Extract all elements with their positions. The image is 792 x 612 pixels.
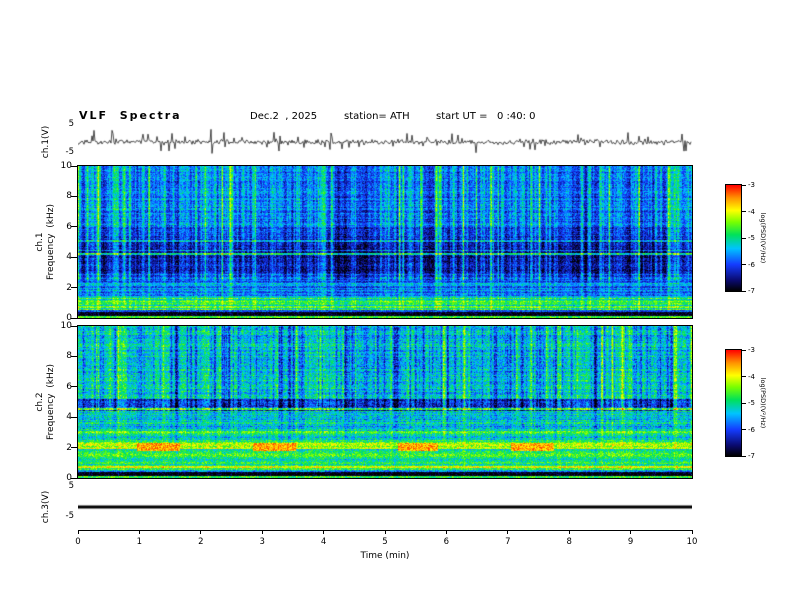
time-tick-label: 6 bbox=[443, 537, 450, 547]
time-tick-mark bbox=[384, 530, 386, 534]
ch1-spectrogram-canvas bbox=[78, 166, 692, 318]
cbar-tick-mark bbox=[742, 184, 746, 186]
time-tick-label: 5 bbox=[382, 537, 388, 547]
ch1-waveform-canvas bbox=[78, 124, 692, 160]
cbar-tick-mark bbox=[742, 290, 746, 292]
time-tick-mark bbox=[261, 530, 263, 534]
freq-tick-label: 8 bbox=[66, 351, 72, 362]
time-tick-mark bbox=[568, 530, 570, 534]
cbar-tick-mark bbox=[742, 264, 746, 265]
time-tick-label: 0 bbox=[75, 537, 81, 547]
freq-tick-label: 2 bbox=[66, 282, 72, 293]
cbar-tick-mark bbox=[742, 429, 746, 430]
cbar-tick-mark bbox=[742, 349, 746, 351]
freq-tick-label: 10 bbox=[60, 321, 72, 331]
ch1-spec-axis-label: ch.1 Frequency (kHz) bbox=[35, 167, 57, 317]
ch1-wave-ymax-label: 5 bbox=[68, 119, 74, 129]
time-tick-mark bbox=[691, 530, 693, 534]
time-tick-label: 8 bbox=[566, 537, 572, 547]
plot-start-ut: start UT = 0 :40: 0 bbox=[436, 111, 536, 122]
ch3-wave-ymin-label: -5 bbox=[65, 511, 74, 521]
time-tick-label: 2 bbox=[198, 537, 204, 547]
ch1-wave-ymin-label: -5 bbox=[65, 147, 74, 157]
cbar-tick-label: -5 bbox=[748, 399, 755, 407]
time-tick-mark bbox=[323, 530, 325, 534]
plot-date: Dec.2 , 2025 bbox=[250, 111, 318, 122]
freq-tick-label: 8 bbox=[66, 191, 72, 202]
time-tick-label: 10 bbox=[686, 537, 698, 547]
freq-tick-label: 6 bbox=[66, 221, 72, 232]
cbar-tick-label: -3 bbox=[748, 346, 755, 354]
ch3-waveform-canvas bbox=[78, 487, 692, 527]
ch1-spec-axis-label-line1: ch.1 bbox=[35, 232, 45, 252]
cbar-tick-label: -6 bbox=[748, 260, 755, 269]
ch1-spectrogram-frame bbox=[77, 165, 693, 319]
psd-colorbar-ch1 bbox=[725, 184, 742, 292]
freq-tick-label: 4 bbox=[66, 412, 72, 423]
time-tick-label: 7 bbox=[505, 537, 511, 547]
time-tick-mark bbox=[507, 530, 509, 534]
psd-colorbar-ch1-gradient bbox=[726, 185, 741, 291]
plot-station: station= ATH bbox=[344, 111, 410, 122]
time-tick-label: 9 bbox=[627, 537, 634, 547]
cbar-tick-label: -7 bbox=[748, 287, 755, 295]
time-tick-mark bbox=[200, 530, 202, 534]
ch3-wave-axis-label: ch.3(V) bbox=[41, 490, 51, 524]
ch2-spec-axis-label: ch.2 Frequency (kHz) bbox=[35, 327, 57, 477]
ch1-spec-axis-label-line2: Frequency (kHz) bbox=[46, 204, 56, 280]
time-tick-mark bbox=[77, 530, 79, 534]
time-tick-mark bbox=[630, 530, 632, 534]
vlf-spectra-figure: VLF Spectra Dec.2 , 2025 station= ATH st… bbox=[0, 0, 792, 612]
cbar-tick-mark bbox=[742, 237, 746, 239]
ch2-spec-axis-label-line1: ch.2 bbox=[35, 392, 45, 412]
cbar-tick-mark bbox=[742, 455, 746, 457]
cbar-tick-label: -5 bbox=[748, 234, 755, 242]
time-tick-mark bbox=[445, 530, 447, 534]
freq-tick-label: 2 bbox=[66, 442, 72, 453]
freq-tick-label: 4 bbox=[66, 252, 72, 263]
freq-tick-label: 10 bbox=[60, 161, 72, 171]
cbar-tick-mark bbox=[742, 376, 746, 377]
time-axis-label: Time (min) bbox=[360, 551, 410, 561]
cbar-tick-label: -4 bbox=[748, 372, 755, 381]
cbar-tick-mark bbox=[742, 402, 746, 404]
psd-colorbar-ch2-gradient bbox=[726, 350, 741, 456]
ch2-spectrogram-frame bbox=[77, 325, 693, 479]
cbar-tick-label: -6 bbox=[748, 425, 755, 434]
plot-title: VLF Spectra bbox=[79, 109, 182, 122]
cbar-tick-label: -4 bbox=[748, 207, 755, 216]
psd-colorbar-ch2 bbox=[725, 349, 742, 457]
time-tick-label: 3 bbox=[259, 537, 265, 547]
ch2-spectrogram-canvas bbox=[78, 326, 692, 478]
time-tick-label: 4 bbox=[320, 537, 327, 547]
cbar-tick-label: -7 bbox=[748, 452, 755, 460]
freq-tick-label: 6 bbox=[66, 381, 72, 392]
cbar-tick-mark bbox=[742, 211, 746, 212]
cbar-tick-label: -3 bbox=[748, 181, 755, 189]
time-tick-mark bbox=[138, 530, 140, 534]
freq-tick-label: 0 bbox=[66, 473, 72, 483]
ch2-spec-axis-label-line2: Frequency (kHz) bbox=[46, 364, 56, 440]
time-tick-label: 1 bbox=[136, 537, 143, 547]
